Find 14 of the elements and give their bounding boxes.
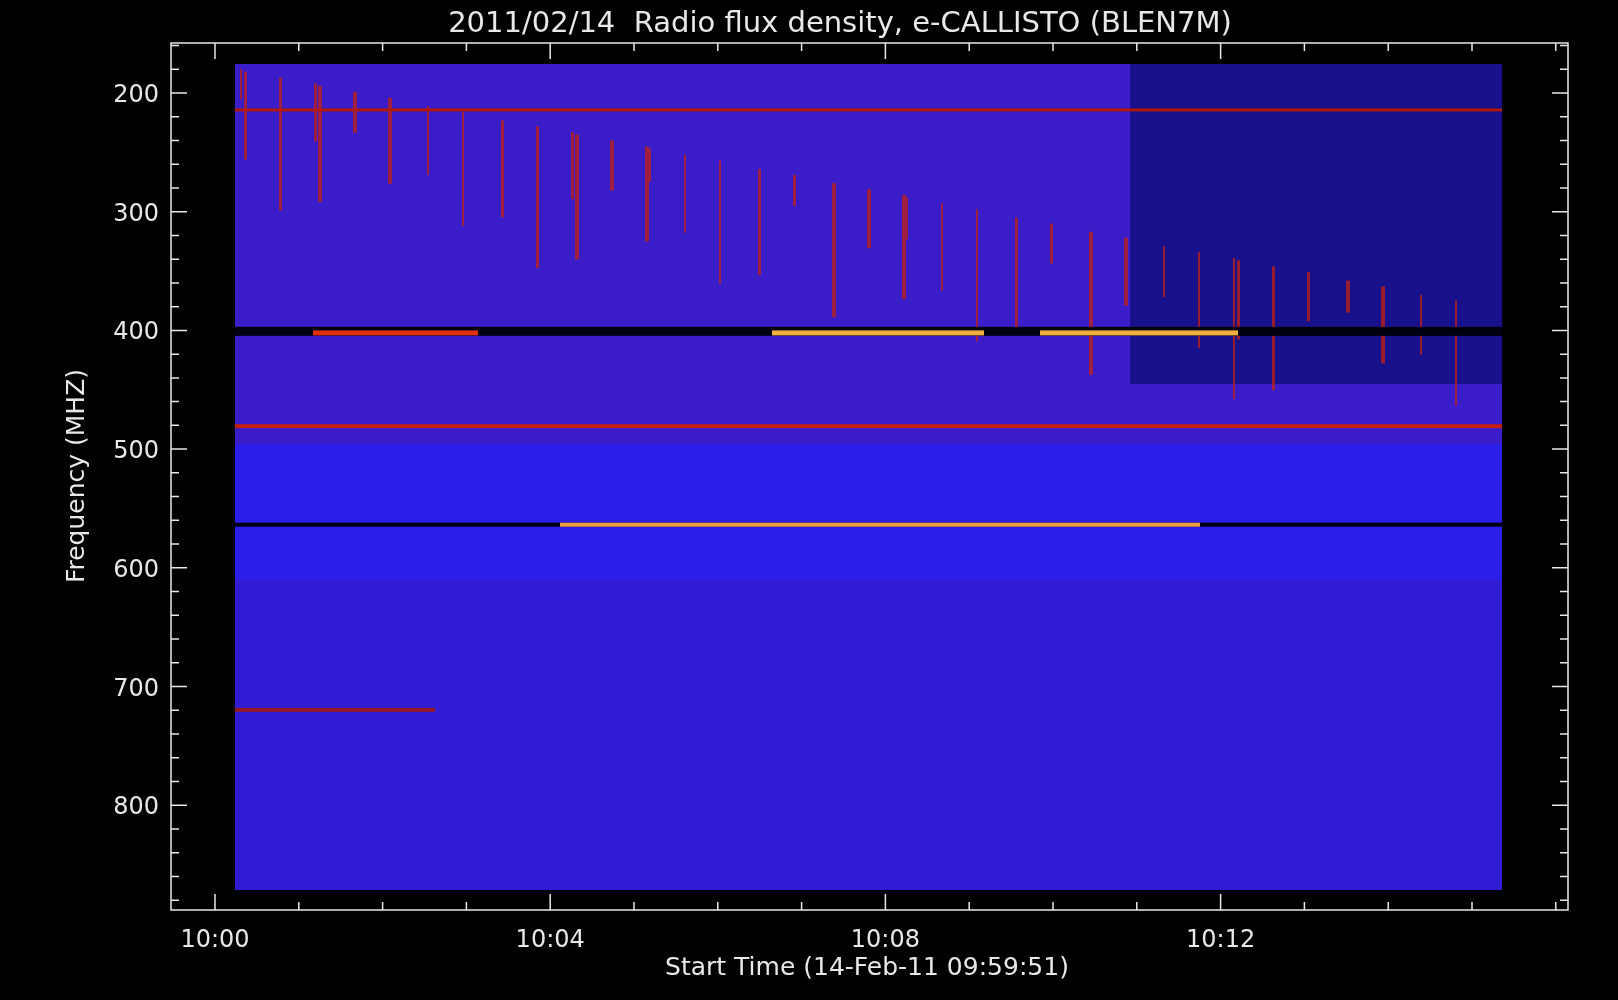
y-tick-label: 500 [113, 436, 159, 465]
y-axis-label: Frequency (MHZ) [61, 368, 90, 584]
y-tick-label: 600 [113, 554, 159, 583]
x-tick-label: 10:12 [1186, 925, 1256, 953]
y-tick-label: 800 [113, 792, 159, 821]
y-tick-label: 700 [113, 673, 159, 702]
chart-title: 2011/02/14 Radio flux density, e-CALLISTO (BLEN7M) [448, 5, 1232, 39]
y-tick-label: 300 [113, 198, 159, 227]
x-tick-label: 10:00 [180, 925, 250, 953]
x-axis-label: Start Time (14-Feb-11 09:59:51) [665, 952, 1069, 981]
y-tick-label: 400 [113, 317, 159, 346]
x-tick-label: 10:04 [515, 925, 585, 953]
y-tick-label: 200 [113, 80, 159, 108]
x-tick-label: 10:08 [850, 925, 920, 953]
